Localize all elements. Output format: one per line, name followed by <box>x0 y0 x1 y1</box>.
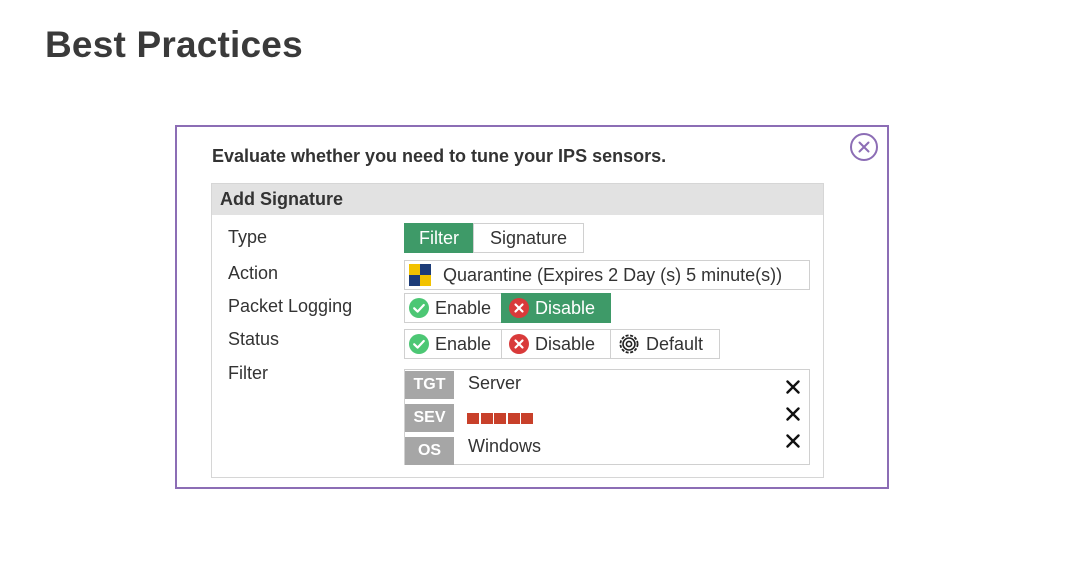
type-signature-button[interactable]: Signature <box>473 223 584 253</box>
best-practice-card: Evaluate whether you need to tune your I… <box>175 125 889 489</box>
panel-title: Add Signature <box>212 184 823 215</box>
gear-icon <box>618 333 640 355</box>
close-icon <box>786 434 800 448</box>
status-default-label: Default <box>646 333 704 354</box>
remove-filter-button[interactable] <box>786 407 802 423</box>
remove-filter-button[interactable] <box>786 380 802 396</box>
severity-block <box>467 413 479 424</box>
close-icon <box>786 380 800 394</box>
card-heading: Evaluate whether you need to tune your I… <box>212 146 667 166</box>
filter-tag: SEV <box>405 404 454 432</box>
type-toggle: Filter Signature <box>404 223 584 253</box>
filter-tag: TGT <box>405 371 454 399</box>
status-disable-button[interactable]: Disable <box>501 329 611 359</box>
packet-logging-label: Packet Logging <box>228 296 353 316</box>
status-label: Status <box>228 329 280 349</box>
action-select[interactable]: Quarantine (Expires 2 Day (s) 5 minute(s… <box>404 260 810 290</box>
severity-block <box>480 413 493 424</box>
add-signature-panel: Add Signature Type Filter Signature Acti… <box>211 183 824 478</box>
severity-block <box>494 413 506 424</box>
close-icon <box>858 141 870 153</box>
error-icon <box>509 334 529 354</box>
status-toggle: Enable Disable Default <box>404 329 720 359</box>
status-enable-label: Enable <box>435 333 492 354</box>
filter-label: Filter <box>228 363 268 383</box>
severity-block <box>507 413 520 424</box>
action-value: Quarantine (Expires 2 Day (s) 5 minute(s… <box>443 264 783 285</box>
action-label: Action <box>228 263 279 283</box>
status-enable-button[interactable]: Enable <box>404 329 502 359</box>
packet-logging-enable-button[interactable]: Enable <box>404 293 502 323</box>
remove-filter-button[interactable] <box>786 434 802 450</box>
filter-list: TGT Server SEV OS Windows <box>404 369 810 465</box>
type-label: Type <box>228 227 268 247</box>
status-default-button[interactable]: Default <box>610 329 720 359</box>
filter-value: Server <box>468 373 522 393</box>
check-icon <box>409 298 429 318</box>
filter-tag: OS <box>405 437 454 465</box>
filter-entry-os: OS Windows <box>405 434 809 465</box>
close-button[interactable] <box>850 133 878 161</box>
severity-block <box>521 413 533 424</box>
status-disable-label: Disable <box>535 333 596 354</box>
packet-logging-toggle: Enable Disable <box>404 293 611 323</box>
filter-value: Windows <box>468 436 542 456</box>
packet-logging-enable-label: Enable <box>435 297 492 318</box>
severity-indicator <box>467 413 535 424</box>
type-filter-button[interactable]: Filter <box>404 223 474 253</box>
filter-entry-tgt: TGT Server <box>405 371 809 399</box>
packet-logging-disable-label: Disable <box>535 297 596 318</box>
check-icon <box>409 334 429 354</box>
packet-logging-disable-button[interactable]: Disable <box>501 293 611 323</box>
error-icon <box>509 298 529 318</box>
page-title: Best Practices <box>45 24 303 65</box>
filter-entry-sev: SEV <box>405 404 809 432</box>
quarantine-icon <box>409 264 431 286</box>
close-icon <box>786 407 800 421</box>
